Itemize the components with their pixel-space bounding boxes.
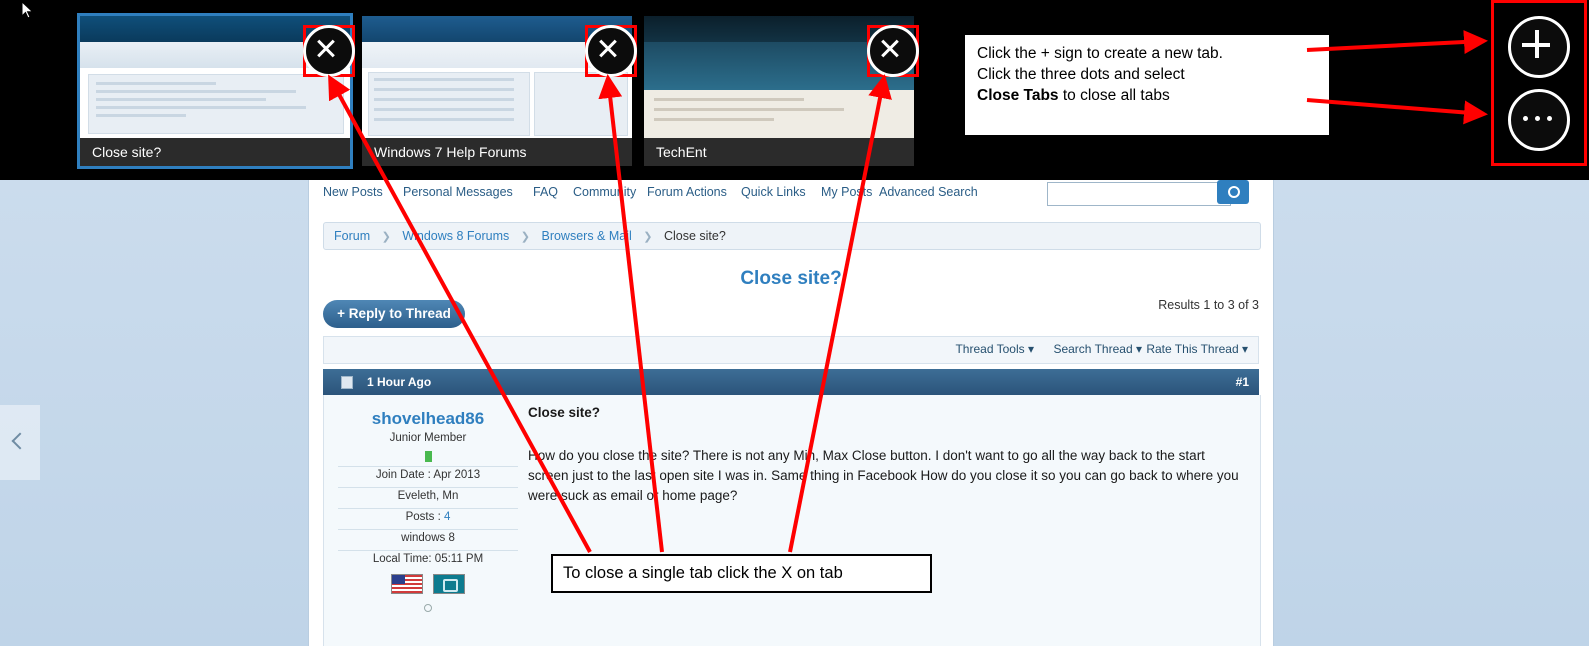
post-icon [341, 376, 353, 389]
author-title: Junior Member [389, 432, 467, 444]
mouse-cursor [22, 2, 34, 19]
breadcrumb-item-browsers[interactable]: Browsers & Mail [541, 229, 631, 243]
search-icon[interactable] [1217, 180, 1249, 204]
nav-community[interactable]: Community [573, 185, 636, 199]
more-options-button[interactable] [1508, 89, 1570, 151]
online-status-icon [424, 451, 432, 462]
callout-close-single-tab: To close a single tab click the X on tab [551, 554, 932, 593]
close-icon[interactable] [867, 25, 919, 77]
forum-nav: New Posts Personal Messages FAQ Communit… [309, 180, 1273, 210]
thread-toolbar: Thread Tools ▾ Search Thread ▾ Rate This… [323, 336, 1259, 364]
page-right-gutter [1272, 180, 1589, 646]
callout-close-tabs-label: Close Tabs [977, 87, 1059, 104]
callout-line-2: Click the three dots and select [977, 66, 1185, 83]
thread-tools-menu[interactable]: Thread Tools ▾ [955, 342, 1034, 356]
reply-to-thread-button[interactable]: + Reply to Thread [323, 300, 465, 328]
close-icon[interactable] [303, 25, 355, 77]
author-badges [338, 574, 518, 594]
post-header: 1 Hour Ago #1 [323, 369, 1259, 395]
search-thread-menu[interactable]: Search Thread ▾ [1053, 342, 1142, 356]
page-title: Close site? [740, 268, 842, 289]
breadcrumb: Forum ❯ Windows 8 Forums ❯ Browsers & Ma… [323, 222, 1261, 250]
os-badge-icon [433, 574, 466, 594]
rate-thread-menu[interactable]: Rate This Thread ▾ [1146, 342, 1248, 356]
new-tab-button[interactable] [1508, 16, 1570, 78]
callout-line-1: Click the + sign to create a new tab. [977, 45, 1223, 62]
tab-label: Close site? [80, 138, 350, 166]
tab-controls [1494, 3, 1584, 163]
tab-strip: Close site? Windows 7 Help Forums TechEn… [0, 0, 1589, 180]
page-back-panel[interactable] [0, 405, 40, 480]
post-timestamp: 1 Hour Ago [367, 375, 432, 389]
author-join-date: Join Date : Apr 2013 [338, 466, 518, 483]
us-flag-icon [390, 574, 423, 594]
ellipsis-icon [1523, 116, 1528, 121]
post-subject: Close site? [528, 405, 601, 420]
callout-line-3: Close Tabs to close all tabs [977, 87, 1170, 104]
thumb-list [368, 72, 530, 136]
post-number: #1 [1235, 375, 1249, 389]
chevron-left-icon [11, 432, 29, 450]
breadcrumb-separator-icon: ❯ [381, 231, 391, 243]
post-text: How do you close the site? There is not … [528, 448, 1239, 503]
tab-label: TechEnt [644, 138, 914, 166]
author-name[interactable]: shovelhead86 [338, 409, 518, 429]
chevron-down-icon: ▾ [1027, 342, 1034, 356]
nav-quick-links[interactable]: Quick Links [741, 185, 806, 199]
results-count: Results 1 to 3 of 3 [1158, 298, 1259, 312]
breadcrumb-separator-icon: ❯ [520, 231, 530, 243]
callout-bottom-text: To close a single tab click the X on tab [563, 564, 843, 582]
nav-faq[interactable]: FAQ [533, 185, 558, 199]
chevron-down-icon: ▾ [1135, 342, 1142, 356]
nav-my-posts[interactable]: My Posts [821, 185, 872, 199]
breadcrumb-separator-icon: ❯ [643, 231, 653, 243]
close-icon[interactable] [585, 25, 637, 77]
author-location: Eveleth, Mn [338, 487, 518, 504]
author-local-time: Local Time: 05:11 PM [338, 550, 518, 567]
nav-forum-actions[interactable]: Forum Actions [647, 185, 727, 199]
post-content: Close site? How do you close the site? T… [528, 405, 1248, 506]
tab-label: Windows 7 Help Forums [362, 138, 632, 166]
post-body: shovelhead86 Junior Member Join Date : A… [323, 395, 1261, 646]
chevron-down-icon: ▾ [1241, 342, 1248, 356]
breadcrumb-item-windows8[interactable]: Windows 8 Forums [402, 229, 509, 243]
breadcrumb-item-forum[interactable]: Forum [334, 229, 370, 243]
thumb-side [534, 72, 628, 136]
breadcrumb-item-current: Close site? [663, 229, 726, 243]
nav-personal-messages[interactable]: Personal Messages [403, 185, 513, 199]
nav-advanced-search[interactable]: Advanced Search [879, 185, 978, 199]
callout-tab-controls: Click the + sign to create a new tab. Cl… [963, 33, 1331, 137]
post-author-card: shovelhead86 Junior Member Join Date : A… [338, 409, 518, 612]
author-post-count: Posts : 4 [338, 508, 518, 525]
author-os: windows 8 [338, 529, 518, 546]
page-left-gutter [0, 180, 308, 646]
search-input[interactable] [1047, 182, 1231, 206]
author-rank-icon [424, 604, 432, 612]
nav-new-posts[interactable]: New Posts [323, 185, 383, 199]
